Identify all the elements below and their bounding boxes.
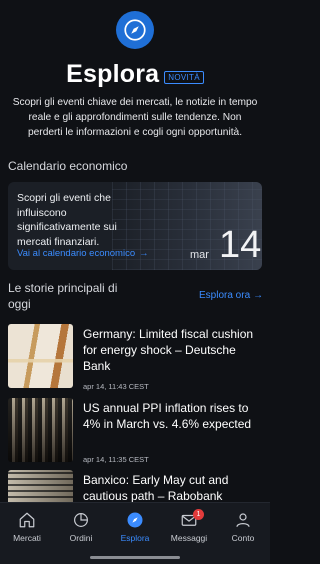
nav-conto[interactable]: Conto (216, 511, 270, 543)
news-headline: Germany: Limited fiscal cushion for ener… (83, 327, 254, 373)
news-timestamp: apr 14, 11:35 CEST (83, 455, 149, 464)
hero-section: Esplora NOVITÀ Scopri gli eventi chiave … (0, 0, 270, 150)
calendar-month: mar (190, 249, 209, 261)
new-badge: NOVITÀ (164, 71, 204, 84)
calendar-link[interactable]: Vai al calendario economico → (17, 248, 149, 259)
news-thumbnail (8, 324, 73, 388)
news-item[interactable]: Banxico: Early May cut and cautious path… (8, 470, 262, 502)
nav-label: Esplora (120, 533, 150, 543)
compass-icon (116, 11, 154, 49)
news-thumbnail (8, 470, 73, 502)
nav-messaggi[interactable]: 1 Messaggi (162, 509, 216, 543)
compass-icon (127, 512, 143, 528)
calendar-day: 14 (219, 224, 262, 266)
calendar-link-label: Vai al calendario economico (17, 248, 136, 259)
stories-title: Le storie principali di oggi (8, 281, 118, 311)
hero-subtitle: Scopri gli eventi chiave dei mercati, le… (12, 97, 258, 138)
pie-chart-icon (74, 513, 88, 527)
home-icon (19, 512, 35, 528)
calendar-card[interactable]: Scopri gli eventi che influiscono signif… (8, 182, 262, 270)
nav-esplora[interactable]: Esplora (108, 511, 162, 543)
nav-ordini[interactable]: Ordini (54, 511, 108, 543)
news-item[interactable]: US annual PPI inflation rises to 4% in M… (8, 398, 262, 468)
notification-badge: 1 (193, 509, 204, 520)
explore-now-link[interactable]: Esplora ora → (199, 290, 263, 301)
nav-label: Conto (231, 533, 255, 543)
news-headline: Banxico: Early May cut and cautious path… (83, 473, 229, 502)
explore-screen: Esplora NOVITÀ Scopri gli eventi chiave … (0, 0, 270, 564)
explore-now-label: Esplora ora (199, 290, 251, 301)
news-item[interactable]: Germany: Limited fiscal cushion for ener… (8, 324, 262, 394)
news-headline: US annual PPI inflation rises to 4% in M… (83, 401, 252, 431)
arrow-right-icon: → (139, 248, 149, 259)
nav-label: Messaggi (170, 533, 208, 543)
calendar-description: Scopri gli eventi che influiscono signif… (17, 192, 117, 248)
arrow-right-icon: → (253, 290, 264, 301)
bottom-nav: Mercati Ordini Esplora 1 Messaggi Conto (0, 502, 270, 564)
nav-mercati[interactable]: Mercati (0, 511, 54, 543)
user-icon (236, 513, 250, 527)
news-thumbnail (8, 398, 73, 462)
nav-label: Mercati (13, 533, 41, 543)
home-indicator (90, 556, 180, 559)
nav-label: Ordini (69, 533, 93, 543)
calendar-section-title: Calendario economico (8, 159, 128, 173)
news-timestamp: apr 14, 11:43 CEST (83, 382, 149, 391)
page-title: Esplora (66, 60, 160, 88)
